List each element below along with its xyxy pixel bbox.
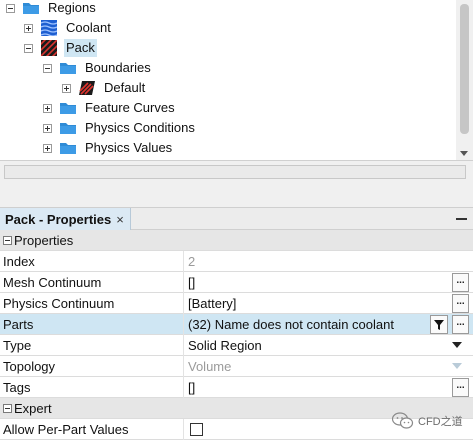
minimize-icon[interactable]: [456, 218, 467, 220]
property-name: Index: [3, 254, 35, 269]
filter-button[interactable]: [430, 315, 448, 334]
tree-node-label: Default: [104, 80, 146, 95]
collapse-icon[interactable]: [3, 236, 12, 245]
scrollbar-thumb[interactable]: [460, 4, 469, 134]
property-name: Tags: [3, 380, 31, 395]
column-divider: [183, 335, 184, 356]
tree-node-physics-conditions[interactable]: Physics Conditions: [43, 118, 197, 138]
expand-icon[interactable]: [43, 143, 52, 153]
tree-node-physics-values[interactable]: Physics Values: [43, 138, 174, 158]
property-row-topology: Topology Volume: [0, 356, 473, 377]
tree-horizontal-scrollbar[interactable]: [4, 165, 466, 179]
allow-per-part-checkbox[interactable]: [190, 423, 203, 436]
tree-node-label: Physics Values: [85, 140, 173, 155]
object-tree: Regions Coolant Pack Boundaries Default: [0, 0, 473, 160]
property-row-type[interactable]: Type Solid Region: [0, 335, 473, 356]
tree-node-label: Physics Conditions: [85, 120, 195, 135]
property-value[interactable]: Solid Region: [188, 335, 262, 356]
property-name: Allow Per-Part Values: [3, 422, 129, 437]
watermark: CFD之道: [392, 412, 463, 430]
wechat-logo-icon: [392, 412, 414, 429]
property-value[interactable]: (32) Name does not contain coolant: [188, 314, 394, 335]
property-row-physics-continuum[interactable]: Physics Continuum [Battery] ...: [0, 293, 473, 314]
tree-node-coolant[interactable]: Coolant: [24, 18, 113, 38]
section-label: Expert: [14, 401, 52, 416]
property-value[interactable]: []: [188, 272, 195, 293]
expand-icon[interactable]: [43, 103, 52, 113]
expand-icon[interactable]: [62, 83, 71, 93]
collapse-icon[interactable]: [24, 43, 33, 53]
section-properties[interactable]: Properties: [0, 230, 473, 251]
tab-title: Pack - Properties: [5, 211, 112, 227]
property-name: Physics Continuum: [3, 296, 115, 311]
filter-icon: [434, 320, 444, 330]
tree-node-regions[interactable]: Regions: [6, 0, 98, 18]
property-row-tags[interactable]: Tags [] ...: [0, 377, 473, 398]
collapse-icon[interactable]: [3, 404, 12, 413]
column-divider: [183, 251, 184, 272]
tree-node-label: Pack: [64, 39, 97, 57]
tree-footer: [0, 160, 473, 207]
tree-node-pack[interactable]: Pack: [24, 38, 97, 58]
ellipsis-button[interactable]: ...: [452, 315, 469, 334]
property-name: Topology: [3, 359, 56, 374]
column-divider: [183, 377, 184, 398]
scroll-down-arrow-icon[interactable]: [460, 151, 468, 156]
property-value: 2: [188, 254, 196, 269]
property-name: Mesh Continuum: [3, 275, 102, 290]
folder-icon: [60, 103, 76, 114]
property-row-parts[interactable]: Parts (32) Name does not contain coolant…: [0, 314, 473, 335]
tree-node-label: Regions: [48, 0, 96, 15]
ellipsis-button[interactable]: ...: [452, 273, 469, 292]
column-divider: [183, 356, 184, 377]
column-divider: [183, 419, 184, 440]
fluid-region-icon: [41, 20, 57, 36]
dropdown-arrow-icon: [452, 363, 462, 369]
expand-icon[interactable]: [43, 123, 52, 133]
column-divider: [183, 272, 184, 293]
folder-icon: [60, 143, 76, 154]
property-row-index: Index 2: [0, 251, 473, 272]
section-label: Properties: [14, 233, 74, 248]
properties-panel-header: Pack - Properties ×: [0, 207, 473, 230]
watermark-text: CFD之道: [418, 416, 463, 428]
tree-node-label: Feature Curves: [85, 100, 175, 115]
property-value[interactable]: [Battery]: [188, 293, 236, 314]
tree-node-feature-curves[interactable]: Feature Curves: [43, 98, 177, 118]
folder-icon: [60, 63, 76, 74]
ellipsis-button[interactable]: ...: [452, 294, 469, 313]
property-value: Volume: [188, 359, 232, 374]
tree-node-boundaries[interactable]: Boundaries: [43, 58, 153, 78]
boundary-icon: [79, 81, 95, 95]
column-divider: [183, 314, 184, 335]
tree-node-label: Coolant: [66, 20, 111, 35]
property-value[interactable]: []: [188, 377, 195, 398]
property-name: Type: [3, 338, 32, 353]
expand-icon[interactable]: [24, 23, 33, 33]
folder-icon: [23, 3, 39, 14]
property-row-mesh-continuum[interactable]: Mesh Continuum [] ...: [0, 272, 473, 293]
close-icon[interactable]: ×: [116, 212, 124, 227]
folder-icon: [60, 123, 76, 134]
tab-properties[interactable]: Pack - Properties ×: [0, 208, 131, 230]
property-name: Parts: [3, 317, 34, 332]
scrollbar-thumb[interactable]: [5, 166, 465, 178]
collapse-icon[interactable]: [43, 63, 52, 73]
collapse-icon[interactable]: [6, 3, 15, 13]
tree-vertical-scrollbar[interactable]: [456, 0, 473, 160]
column-divider: [183, 293, 184, 314]
tree-node-default[interactable]: Default: [62, 78, 147, 98]
dropdown-arrow-icon[interactable]: [452, 342, 462, 348]
solid-region-icon: [41, 40, 57, 56]
ellipsis-button[interactable]: ...: [452, 378, 469, 397]
tree-node-label: Boundaries: [85, 60, 151, 75]
